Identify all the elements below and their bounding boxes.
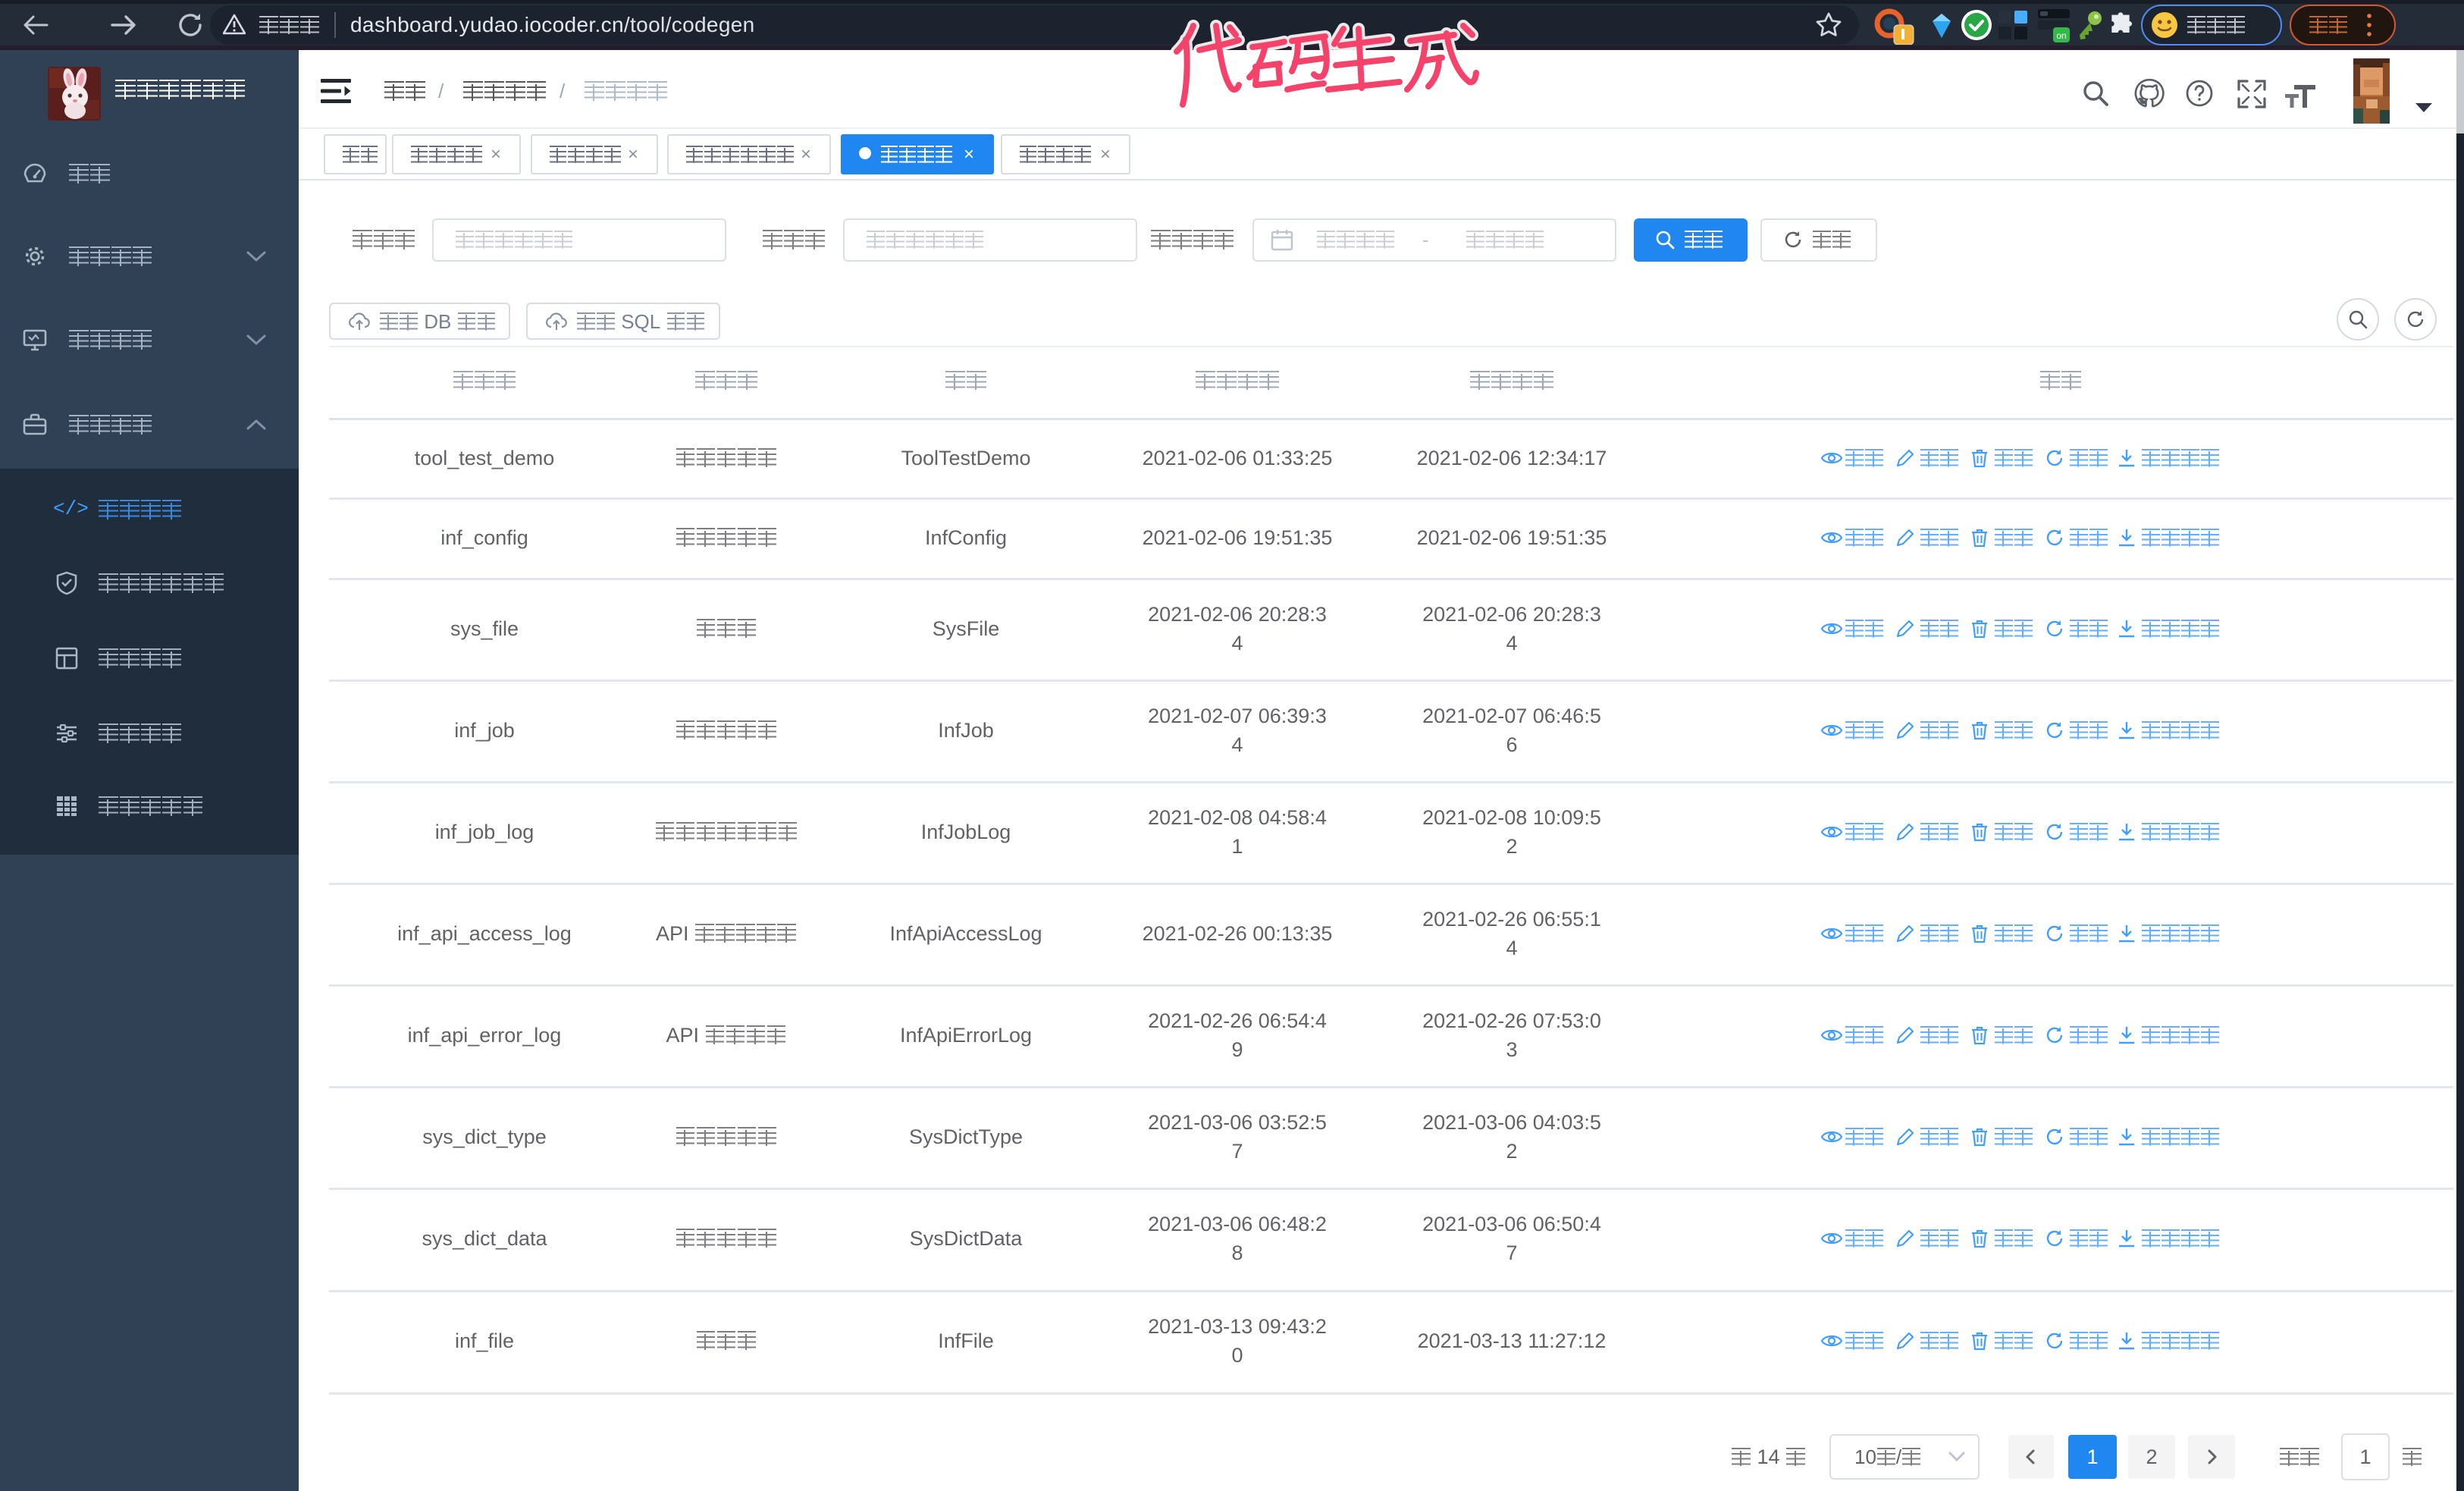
svg-text:on: on (2056, 30, 2066, 41)
